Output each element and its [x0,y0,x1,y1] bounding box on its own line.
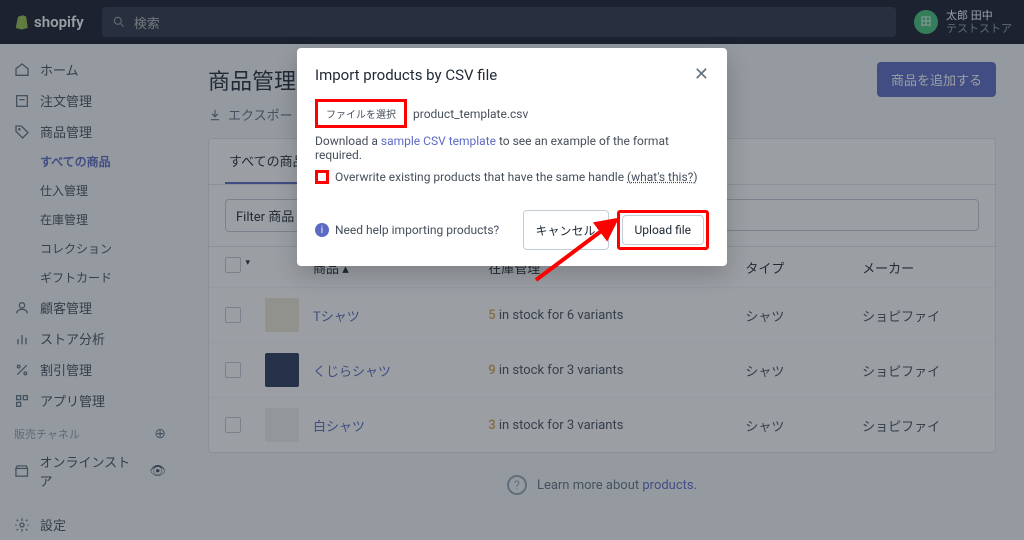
overwrite-label: Overwrite existing products that have th… [335,170,698,184]
info-icon: i [315,223,329,237]
selected-filename: product_template.csv [413,107,528,121]
download-template-text: Download a sample CSV template to see an… [315,134,709,162]
whats-this-link[interactable]: (what's this?) [627,170,697,184]
overwrite-checkbox[interactable] [315,170,329,184]
modal-title: Import products by CSV file [315,66,497,84]
cancel-button[interactable]: キャンセル [523,210,609,250]
upload-file-button[interactable]: Upload file [622,215,704,245]
help-importing-link[interactable]: iNeed help importing products? [315,223,499,237]
choose-file-button[interactable]: ファイルを選択 [315,99,407,128]
import-csv-modal: Import products by CSV file ✕ ファイルを選択 pr… [297,48,727,266]
sample-template-link[interactable]: sample CSV template [381,134,496,148]
close-icon[interactable]: ✕ [694,64,709,85]
modal-backdrop[interactable]: Import products by CSV file ✕ ファイルを選択 pr… [0,0,1024,540]
